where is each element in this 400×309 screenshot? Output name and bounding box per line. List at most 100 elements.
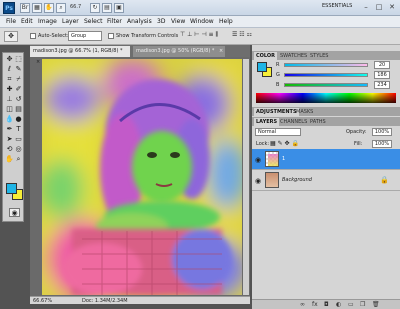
healing-brush-tool-icon[interactable]: ✚ — [5, 85, 14, 94]
blue-value-field[interactable]: 234 — [374, 81, 390, 89]
red-slider[interactable] — [284, 63, 368, 67]
link-layers-icon[interactable]: ∞ — [300, 301, 305, 308]
menu-filter[interactable]: Filter — [107, 18, 122, 25]
layer-name[interactable]: 1 — [282, 156, 285, 162]
status-doc-info: Doc: 1.34M/2.34M — [82, 298, 128, 304]
add-mask-icon[interactable]: ◘ — [324, 301, 329, 308]
zoom-icon[interactable]: ⌕ — [56, 3, 66, 13]
auto-select-checkbox[interactable] — [30, 33, 36, 39]
rotate-icon[interactable]: ↻ — [90, 3, 100, 13]
brush-tool-icon[interactable]: ✐ — [14, 85, 23, 94]
clone-stamp-tool-icon[interactable]: ⊥ — [5, 95, 14, 104]
opacity-field[interactable]: 100% — [372, 128, 392, 136]
blend-mode-dropdown[interactable]: Normal — [255, 128, 301, 136]
panel-foreground-swatch[interactable] — [257, 62, 267, 72]
menu-3d[interactable]: 3D — [157, 18, 165, 25]
visibility-eye-icon[interactable]: ◉ — [255, 156, 261, 164]
canvas-photo-image[interactable] — [42, 59, 242, 295]
zoom-tool-icon[interactable]: ⌕ — [14, 155, 23, 164]
minibridge-icon[interactable]: ▦ — [32, 3, 42, 13]
status-bar: 66.67% Doc: 1.34M/2.34M — [30, 296, 250, 304]
trash-icon[interactable]: 🗑 — [372, 301, 380, 308]
quick-mask-icon[interactable]: ◉ — [9, 208, 20, 217]
menu-edit[interactable]: Edit — [21, 18, 33, 25]
zoom-level[interactable]: 66.7 — [70, 4, 81, 10]
dodge-tool-icon[interactable]: ● — [14, 115, 23, 124]
doc-tab-active[interactable]: madison3.jpg @ 66.7% (1, RGB/8) * × — [30, 46, 130, 65]
red-value-field[interactable]: 20 — [374, 61, 390, 69]
menu-help[interactable]: Help — [219, 18, 233, 25]
3d-rotate-tool-icon[interactable]: ⟲ — [5, 145, 14, 154]
tab-adjustments[interactable]: ADJUSTMENTS — [254, 108, 299, 116]
layer-row-1[interactable]: ◉ 1 — [252, 149, 400, 170]
fill-field[interactable]: 100% — [372, 140, 392, 148]
gradient-tool-icon[interactable]: ▤ — [14, 105, 23, 114]
screenmode-icon[interactable]: ▣ — [114, 3, 124, 13]
minimize-icon[interactable]: – — [360, 2, 372, 13]
maximize-icon[interactable]: □ — [373, 2, 385, 13]
menu-analysis[interactable]: Analysis — [127, 18, 152, 25]
layer-style-icon[interactable]: fx — [312, 301, 318, 308]
tab-color[interactable]: COLOR — [254, 52, 278, 60]
menu-view[interactable]: View — [171, 18, 185, 25]
foreground-color-swatch[interactable] — [6, 183, 17, 194]
menu-file[interactable]: File — [6, 18, 16, 25]
doc-tab-inactive[interactable]: madison3.jpg @ 50% (RGB/8) * × — [133, 46, 225, 57]
path-select-tool-icon[interactable]: ➤ — [5, 135, 14, 144]
crop-tool-icon[interactable]: ⌗ — [5, 75, 14, 84]
status-zoom[interactable]: 66.67% — [33, 298, 52, 304]
layer-row-background[interactable]: ◉ Background 🔒 — [252, 170, 400, 191]
adjustments-panel-tabs: ADJUSTMENTS MASKS — [252, 107, 400, 116]
menu-image[interactable]: Image — [38, 18, 57, 25]
vertical-scrollbar[interactable] — [243, 59, 249, 295]
opacity-label: Opacity: — [346, 129, 367, 135]
pen-tool-icon[interactable]: ✒ — [5, 125, 14, 134]
new-group-icon[interactable]: ▭ — [348, 301, 354, 308]
arrange-icon[interactable]: ▤ — [102, 3, 112, 13]
bridge-icon[interactable]: Br — [20, 3, 30, 13]
marquee-tool-icon[interactable]: ⬚ — [14, 55, 23, 64]
color-panel-tabs: COLOR SWATCHES STYLES — [252, 51, 400, 60]
tab-swatches[interactable]: SWATCHES — [278, 52, 309, 60]
tab-masks[interactable]: MASKS — [294, 108, 315, 116]
distribute-icons[interactable]: ☰ ☷ ⚏ — [232, 31, 252, 38]
lock-options-icons[interactable]: ▦ ✎ ✥ 🔒 — [270, 140, 299, 147]
menu-select[interactable]: Select — [84, 18, 103, 25]
align-icons[interactable]: ⊤ ⊥ ⊢ ⊣ ≡ ⫼ — [180, 31, 218, 39]
move-tool-preset-icon[interactable]: ✥ — [4, 31, 18, 42]
tab-styles[interactable]: STYLES — [308, 52, 330, 60]
visibility-eye-icon[interactable]: ◉ — [255, 177, 261, 185]
eyedropper-tool-icon[interactable]: ⌿ — [14, 75, 23, 84]
adjustment-layer-icon[interactable]: ◐ — [336, 301, 341, 308]
auto-select-dropdown[interactable]: Group — [68, 31, 102, 41]
move-tool-icon[interactable]: ✥ — [5, 55, 14, 64]
shape-tool-icon[interactable]: ▭ — [14, 135, 23, 144]
blur-tool-icon[interactable]: 💧 — [5, 115, 14, 124]
blue-slider[interactable] — [284, 83, 368, 87]
tab-channels[interactable]: CHANNELS — [278, 118, 309, 126]
layer-name[interactable]: Background — [282, 177, 312, 183]
close-tab-icon[interactable]: × — [219, 48, 223, 54]
new-layer-icon[interactable]: ❐ — [360, 301, 365, 308]
green-slider[interactable] — [284, 73, 368, 77]
options-bar: ✥ Auto-Select: Group Show Transform Cont… — [0, 28, 400, 45]
tab-paths[interactable]: PATHS — [308, 118, 328, 126]
close-icon[interactable]: ✕ — [386, 2, 398, 13]
eraser-tool-icon[interactable]: ◫ — [5, 105, 14, 114]
lasso-tool-icon[interactable]: ℓ — [5, 65, 14, 74]
quick-select-tool-icon[interactable]: ✎ — [14, 65, 23, 74]
document-tabs: madison3.jpg @ 66.7% (1, RGB/8) * × madi… — [30, 45, 250, 65]
3d-orbit-tool-icon[interactable]: ◎ — [14, 145, 23, 154]
menu-layer[interactable]: Layer — [62, 18, 79, 25]
hand-icon[interactable]: ✋ — [44, 3, 54, 13]
history-brush-tool-icon[interactable]: ↺ — [14, 95, 23, 104]
menu-window[interactable]: Window — [190, 18, 214, 25]
workspace-switcher[interactable]: ESSENTIALS — [322, 3, 352, 9]
canvas-frame[interactable] — [42, 59, 242, 295]
hand-tool-icon[interactable]: ✋ — [5, 155, 14, 164]
transform-controls-checkbox[interactable] — [108, 33, 114, 39]
close-tab-icon[interactable]: × — [36, 59, 40, 65]
green-value-field[interactable]: 186 — [374, 71, 390, 79]
type-tool-icon[interactable]: T — [14, 125, 23, 134]
tab-layers[interactable]: LAYERS — [254, 118, 280, 126]
